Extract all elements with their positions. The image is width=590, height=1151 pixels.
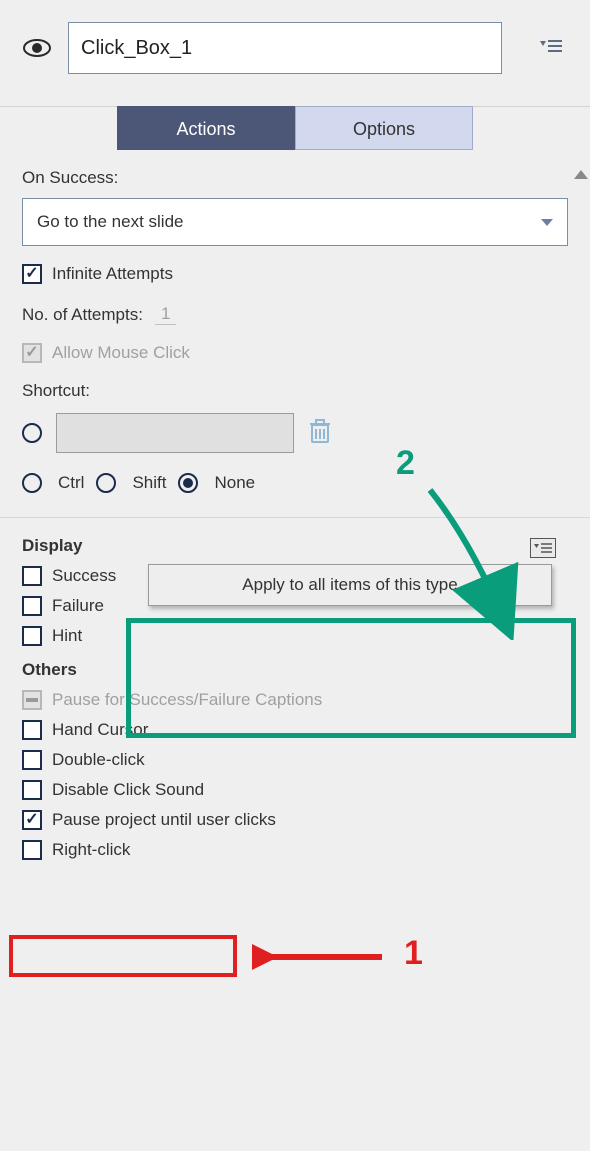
properties-panel: Actions Options On Success: Go to the ne…	[0, 0, 590, 860]
chevron-down-icon	[541, 219, 553, 226]
menu-icon[interactable]	[538, 37, 564, 59]
infinite-attempts-row: Infinite Attempts	[22, 264, 568, 284]
shift-label: Shift	[132, 473, 166, 493]
success-caption-label: Success	[52, 566, 116, 586]
disable-click-sound-label: Disable Click Sound	[52, 780, 204, 800]
apply-all-text: Apply to all items of this type	[242, 575, 457, 595]
none-radio[interactable]	[178, 473, 198, 493]
visibility-icon[interactable]	[22, 38, 52, 58]
none-label: None	[214, 473, 255, 493]
right-click-row: Right-click	[22, 840, 568, 860]
infinite-attempts-checkbox[interactable]	[22, 264, 42, 284]
others-heading: Others	[22, 660, 568, 680]
pause-captions-row: Pause for Success/Failure Captions	[22, 690, 568, 710]
right-click-checkbox[interactable]	[22, 840, 42, 860]
tab-bar: Actions Options	[117, 106, 473, 150]
others-list: Pause for Success/Failure Captions Hand …	[22, 690, 568, 860]
trash-icon[interactable]	[308, 417, 332, 449]
shift-radio[interactable]	[96, 473, 116, 493]
pause-captions-label: Pause for Success/Failure Captions	[52, 690, 322, 710]
allow-mouse-click-checkbox	[22, 343, 42, 363]
pause-project-row: Pause project until user clicks	[22, 810, 568, 830]
failure-caption-checkbox[interactable]	[22, 596, 42, 616]
on-success-label: On Success:	[22, 168, 568, 188]
on-success-value: Go to the next slide	[37, 212, 183, 232]
shortcut-row	[22, 413, 568, 453]
hand-cursor-checkbox[interactable]	[22, 720, 42, 740]
tab-options[interactable]: Options	[295, 106, 473, 150]
display-section: Display Apply to all items of this type …	[0, 536, 590, 860]
shortcut-key-radio[interactable]	[22, 423, 42, 443]
right-click-label: Right-click	[52, 840, 130, 860]
scroll-up-icon[interactable]	[574, 170, 588, 179]
num-attempts-row: No. of Attempts: 1	[22, 304, 568, 325]
allow-mouse-click-label: Allow Mouse Click	[52, 343, 190, 363]
modifier-radios: Ctrl Shift None	[22, 473, 568, 493]
disable-click-sound-checkbox[interactable]	[22, 780, 42, 800]
on-success-section: On Success: Go to the next slide Infinit…	[0, 150, 590, 493]
apply-all-menu-icon[interactable]	[530, 538, 556, 558]
callout-1: 1	[404, 934, 423, 973]
divider	[0, 517, 590, 518]
success-caption-checkbox[interactable]	[22, 566, 42, 586]
pause-project-label: Pause project until user clicks	[52, 810, 276, 830]
hand-cursor-row: Hand Cursor	[22, 720, 568, 740]
double-click-checkbox[interactable]	[22, 750, 42, 770]
num-attempts-value: 1	[155, 304, 176, 325]
shortcut-key-input[interactable]	[56, 413, 294, 453]
double-click-label: Double-click	[52, 750, 145, 770]
hint-caption-label: Hint	[52, 626, 82, 646]
infinite-attempts-label: Infinite Attempts	[52, 264, 173, 284]
failure-caption-label: Failure	[52, 596, 104, 616]
double-click-row: Double-click	[22, 750, 568, 770]
pause-project-checkbox[interactable]	[22, 810, 42, 830]
object-name-input[interactable]	[68, 22, 502, 74]
hand-cursor-label: Hand Cursor	[52, 720, 148, 740]
tab-actions[interactable]: Actions	[117, 106, 295, 150]
arrow-1	[252, 942, 392, 972]
hint-caption-checkbox[interactable]	[22, 626, 42, 646]
allow-mouse-click-row: Allow Mouse Click	[22, 343, 568, 363]
disable-click-sound-row: Disable Click Sound	[22, 780, 568, 800]
apply-all-popup[interactable]: Apply to all items of this type	[148, 564, 552, 606]
callout-2: 2	[396, 444, 415, 483]
annotation-box-1	[9, 935, 237, 977]
on-success-dropdown[interactable]: Go to the next slide	[22, 198, 568, 246]
display-heading: Display	[22, 536, 568, 556]
pause-captions-checkbox	[22, 690, 42, 710]
ctrl-label: Ctrl	[58, 473, 84, 493]
num-attempts-label: No. of Attempts:	[22, 305, 143, 325]
shortcut-label: Shortcut:	[22, 381, 568, 401]
header-row	[0, 0, 590, 88]
hint-caption-row: Hint	[22, 626, 568, 646]
ctrl-radio[interactable]	[22, 473, 42, 493]
